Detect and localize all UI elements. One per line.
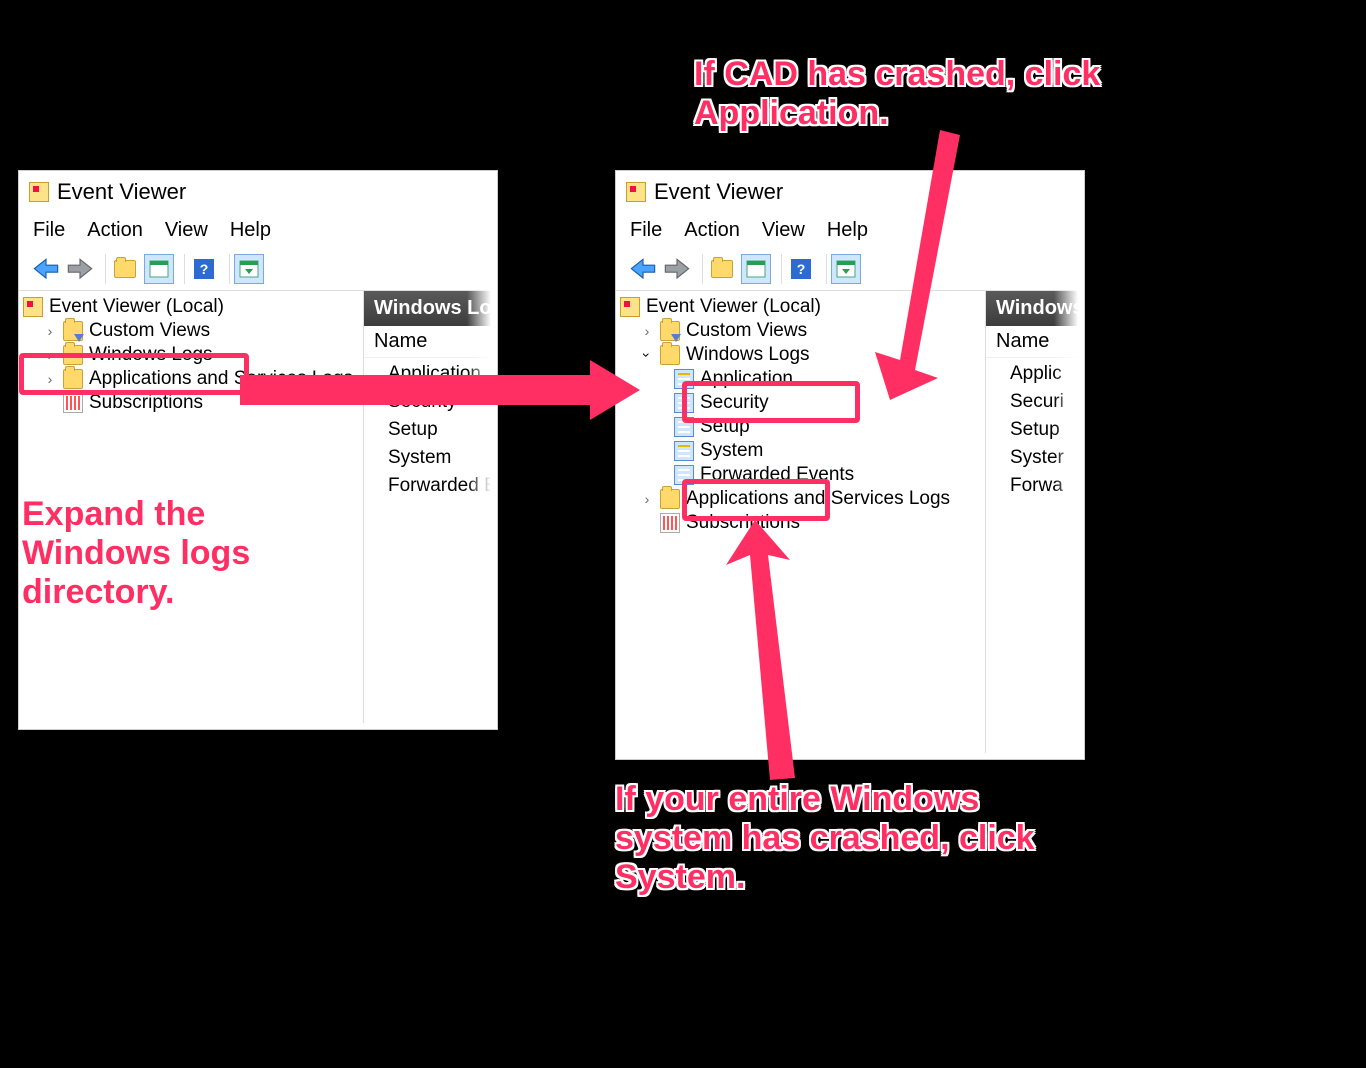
tree-log-application-label: Application <box>700 368 793 390</box>
event-viewer-icon <box>23 297 43 317</box>
tree-subscriptions-label: Subscriptions <box>89 392 203 414</box>
toolbar: ? <box>19 252 497 290</box>
tree-root[interactable]: Event Viewer (Local) <box>21 295 361 319</box>
tree-custom-views-label: Custom Views <box>89 320 210 342</box>
annotation-system: If your entire Windows system has crashe… <box>615 780 1085 897</box>
list-pane: Windows L Name Applic Securi Setup Syste… <box>986 291 1084 753</box>
list-item[interactable]: System <box>364 444 497 472</box>
arrow-left-to-right <box>240 350 630 430</box>
event-viewer-icon <box>29 182 49 202</box>
event-viewer-window-left: Event Viewer File Action View Help ? <box>18 170 498 730</box>
caret-icon: › <box>43 347 57 363</box>
subscriptions-icon <box>660 513 680 533</box>
tree-log-forwarded[interactable]: Forwarded Events <box>618 463 983 487</box>
folder-icon <box>660 489 680 509</box>
list-header: Windows Logs <box>364 291 497 326</box>
caret-down-icon: › <box>639 348 655 362</box>
list-header: Windows L <box>986 291 1084 326</box>
subscriptions-icon <box>63 393 83 413</box>
up-folder-button[interactable] <box>110 254 140 284</box>
menu-action[interactable]: Action <box>684 219 740 242</box>
tree-root-label: Event Viewer (Local) <box>646 296 821 318</box>
list-item[interactable]: Securi <box>986 388 1084 416</box>
folder-icon <box>63 345 83 365</box>
caret-icon: › <box>640 491 654 507</box>
tree-apps-services[interactable]: › Applications and Services Logs <box>618 487 983 511</box>
log-icon <box>674 369 694 389</box>
svg-text:?: ? <box>200 261 209 277</box>
menu-help[interactable]: Help <box>230 219 271 242</box>
tree-custom-views[interactable]: › Custom Views <box>21 319 361 343</box>
up-folder-button[interactable] <box>707 254 737 284</box>
list-item[interactable]: Forwarded Events <box>364 472 497 500</box>
caret-icon: › <box>43 371 57 387</box>
svg-text:?: ? <box>797 261 806 277</box>
list-items: Applic Securi Setup Syster Forwa <box>986 358 1084 502</box>
forward-button[interactable] <box>662 254 692 284</box>
help-button[interactable]: ? <box>189 254 219 284</box>
list-item[interactable]: Forwa <box>986 472 1084 500</box>
tree-log-setup-label: Setup <box>700 416 750 438</box>
menu-file[interactable]: File <box>33 219 65 242</box>
tree-log-setup[interactable]: Setup <box>618 415 983 439</box>
arrow-to-system <box>720 520 840 780</box>
tree-custom-views-label: Custom Views <box>686 320 807 342</box>
forward-button[interactable] <box>65 254 95 284</box>
menu-bar: File Action View Help <box>19 213 497 252</box>
app-title: Event Viewer <box>57 179 186 205</box>
tree-root-label: Event Viewer (Local) <box>49 296 224 318</box>
menu-file[interactable]: File <box>630 219 662 242</box>
folder-icon <box>660 345 680 365</box>
title-bar: Event Viewer <box>19 171 497 213</box>
tree-log-system[interactable]: System <box>618 439 983 463</box>
back-button[interactable] <box>31 254 61 284</box>
properties-button[interactable] <box>741 254 771 284</box>
log-icon <box>674 393 694 413</box>
log-icon <box>674 441 694 461</box>
tree-log-security[interactable]: Security <box>618 391 983 415</box>
caret-icon: › <box>640 323 654 339</box>
tree-windows-logs-label: Windows Logs <box>89 344 213 366</box>
back-button[interactable] <box>628 254 658 284</box>
list-item[interactable]: Applic <box>986 360 1084 388</box>
menu-view[interactable]: View <box>165 219 208 242</box>
annotation-expand: Expand the Windows logs directory. <box>22 495 362 612</box>
caret-icon: › <box>43 323 57 339</box>
tree-log-forwarded-label: Forwarded Events <box>700 464 854 486</box>
tree-log-system-label: System <box>700 440 763 462</box>
log-icon <box>674 465 694 485</box>
menu-view[interactable]: View <box>762 219 805 242</box>
list-item[interactable]: Syster <box>986 444 1084 472</box>
log-icon <box>674 417 694 437</box>
annotation-cad: If CAD has crashed, click Application. <box>694 55 1114 133</box>
list-item[interactable]: Setup <box>986 416 1084 444</box>
folder-icon <box>63 369 83 389</box>
pane-view-button[interactable] <box>234 254 264 284</box>
folder-filter-icon <box>660 321 680 341</box>
tree-log-security-label: Security <box>700 392 769 414</box>
menu-action[interactable]: Action <box>87 219 143 242</box>
tree-apps-services-label: Applications and Services Logs <box>686 488 950 510</box>
event-viewer-icon <box>626 182 646 202</box>
arrow-to-application <box>830 130 980 390</box>
properties-button[interactable] <box>144 254 174 284</box>
tree-windows-logs-label: Windows Logs <box>686 344 810 366</box>
column-header-name[interactable]: Name <box>986 326 1084 358</box>
help-button[interactable]: ? <box>786 254 816 284</box>
event-viewer-icon <box>620 297 640 317</box>
folder-filter-icon <box>63 321 83 341</box>
app-title: Event Viewer <box>654 179 783 205</box>
